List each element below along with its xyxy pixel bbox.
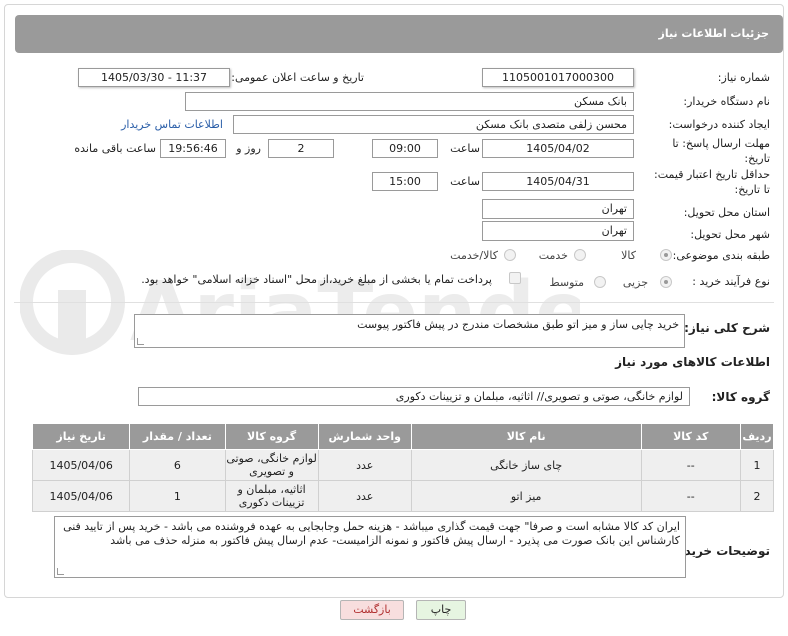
- cell-name: چای ساز خانگی: [410, 449, 642, 481]
- deadline-date-field: 1405/04/02: [482, 139, 634, 158]
- deadline-time-field: 09:00: [372, 139, 438, 158]
- announce-label: تاریخ و ساعت اعلان عمومی:: [231, 71, 364, 84]
- city-field: تهران: [482, 221, 634, 241]
- process-radio-minor[interactable]: [660, 276, 672, 288]
- cell-row: 2: [739, 480, 775, 512]
- need-number-label: شماره نیاز:: [717, 71, 770, 84]
- deadline-days-label: روز و: [236, 142, 261, 155]
- buyer-org-label: نام دستگاه خریدار:: [683, 95, 770, 108]
- cell-code: --: [640, 449, 741, 481]
- buyer-notes-text: ایران کد کالا مشابه است و صرفا" جهت قیمت…: [63, 520, 680, 547]
- table-row: 2 -- میز اتو عدد اثاثیه، مبلمان و تزیینا…: [31, 480, 775, 512]
- goods-group-field: لوازم خانگی، صوتی و تصویری// اثاثیه، مبل…: [138, 387, 690, 406]
- cell-name: میز اتو: [410, 480, 642, 512]
- announce-field: 1405/03/30 - 11:37: [78, 68, 230, 87]
- contact-info-link[interactable]: اطلاعات تماس خریدار: [121, 118, 223, 131]
- category-radio-service[interactable]: [574, 249, 586, 261]
- cell-date: 1405/04/06: [31, 480, 131, 512]
- treasury-payment-text: پرداخت تمام یا بخشی از مبلغ خرید،از محل …: [141, 273, 492, 286]
- cell-row: 1: [739, 449, 775, 481]
- buyer-org-field: بانک مسکن: [185, 92, 634, 111]
- col-qty-header: تعداد / مقدار: [129, 423, 226, 450]
- deadline-label-2: تاریخ:: [744, 152, 770, 165]
- buyer-notes-textarea[interactable]: ایران کد کالا مشابه است و صرفا" جهت قیمت…: [54, 516, 686, 578]
- print-button[interactable]: چاپ: [416, 600, 466, 620]
- goods-group-label: گروه کالا:: [711, 390, 770, 404]
- goods-info-title: اطلاعات کالاهای مورد نیاز: [615, 355, 770, 369]
- table-row: 1 -- چای ساز خانگی عدد لوازم خانگی، صوتی…: [31, 449, 775, 481]
- category-service-label: خدمت: [538, 249, 568, 262]
- validity-label-1: حداقل تاریخ اعتبار قیمت:: [654, 168, 770, 181]
- summary-text: خرید چایی ساز و میز اتو طبق مشخصات مندرج…: [357, 318, 679, 331]
- validity-label-2: تا تاریخ:: [734, 183, 770, 196]
- col-date-header: تاریخ نیاز: [31, 423, 131, 450]
- province-field: تهران: [482, 199, 634, 219]
- cell-group: اثاثیه، مبلمان و تزیینات دکوری: [224, 480, 319, 512]
- cell-code: --: [640, 480, 741, 512]
- process-medium-label: متوسط: [549, 276, 584, 289]
- back-button[interactable]: بازگشت: [340, 600, 404, 620]
- cell-date: 1405/04/06: [31, 449, 131, 481]
- category-label: طبقه بندی موضوعی:: [672, 249, 770, 262]
- category-radio-goods[interactable]: [660, 249, 672, 261]
- summary-textarea[interactable]: خرید چایی ساز و میز اتو طبق مشخصات مندرج…: [134, 314, 685, 348]
- separator-1: [14, 302, 774, 303]
- panel-header: جزئیات اطلاعات نیاز: [15, 15, 783, 53]
- panel-title: جزئیات اطلاعات نیاز: [658, 27, 770, 40]
- cell-unit: عدد: [317, 449, 412, 481]
- process-label: نوع فرآیند خرید :: [692, 275, 770, 288]
- category-goods-service-label: کالا/خدمت: [450, 249, 498, 262]
- table-header-row: ردیف کد کالا نام کالا واحد شمارش گروه کا…: [31, 423, 775, 450]
- validity-time-field: 15:00: [372, 172, 438, 191]
- deadline-remaining-field: 19:56:46: [160, 139, 226, 158]
- process-minor-label: جزیی: [622, 276, 648, 289]
- province-label: استان محل تحویل:: [683, 206, 770, 219]
- col-name-header: نام کالا: [410, 423, 642, 450]
- cell-qty: 1: [129, 480, 226, 512]
- deadline-remaining-label: ساعت باقی مانده: [74, 142, 156, 155]
- requester-label: ایجاد کننده درخواست:: [668, 118, 770, 131]
- summary-label: شرح کلی نیاز:: [684, 321, 770, 335]
- deadline-days-field: 2: [268, 139, 334, 158]
- cell-qty: 6: [129, 449, 226, 481]
- col-unit-header: واحد شمارش: [317, 423, 412, 450]
- validity-time-label: ساعت: [450, 175, 480, 188]
- treasury-payment-checkbox[interactable]: [509, 272, 521, 284]
- deadline-time-label: ساعت: [450, 142, 480, 155]
- col-code-header: کد کالا: [640, 423, 741, 450]
- category-goods-label: کالا: [621, 249, 636, 262]
- col-group-header: گروه کالا: [224, 423, 319, 450]
- resize-handle-icon[interactable]: [137, 338, 144, 345]
- cell-group: لوازم خانگی، صوتی و تصویری: [224, 449, 319, 481]
- category-radio-goods-service[interactable]: [504, 249, 516, 261]
- need-number-field: 1105001017000300: [482, 68, 634, 87]
- requester-field: محسن زلفی متصدی بانک مسکن: [233, 115, 634, 134]
- col-row-header: ردیف: [739, 423, 775, 450]
- cell-unit: عدد: [317, 480, 412, 512]
- deadline-label-1: مهلت ارسال پاسخ: تا: [672, 137, 770, 150]
- process-radio-medium[interactable]: [594, 276, 606, 288]
- city-label: شهر محل تحویل:: [690, 228, 770, 241]
- validity-date-field: 1405/04/31: [482, 172, 634, 191]
- items-table: ردیف کد کالا نام کالا واحد شمارش گروه کا…: [31, 423, 775, 512]
- resize-handle-icon[interactable]: [57, 568, 64, 575]
